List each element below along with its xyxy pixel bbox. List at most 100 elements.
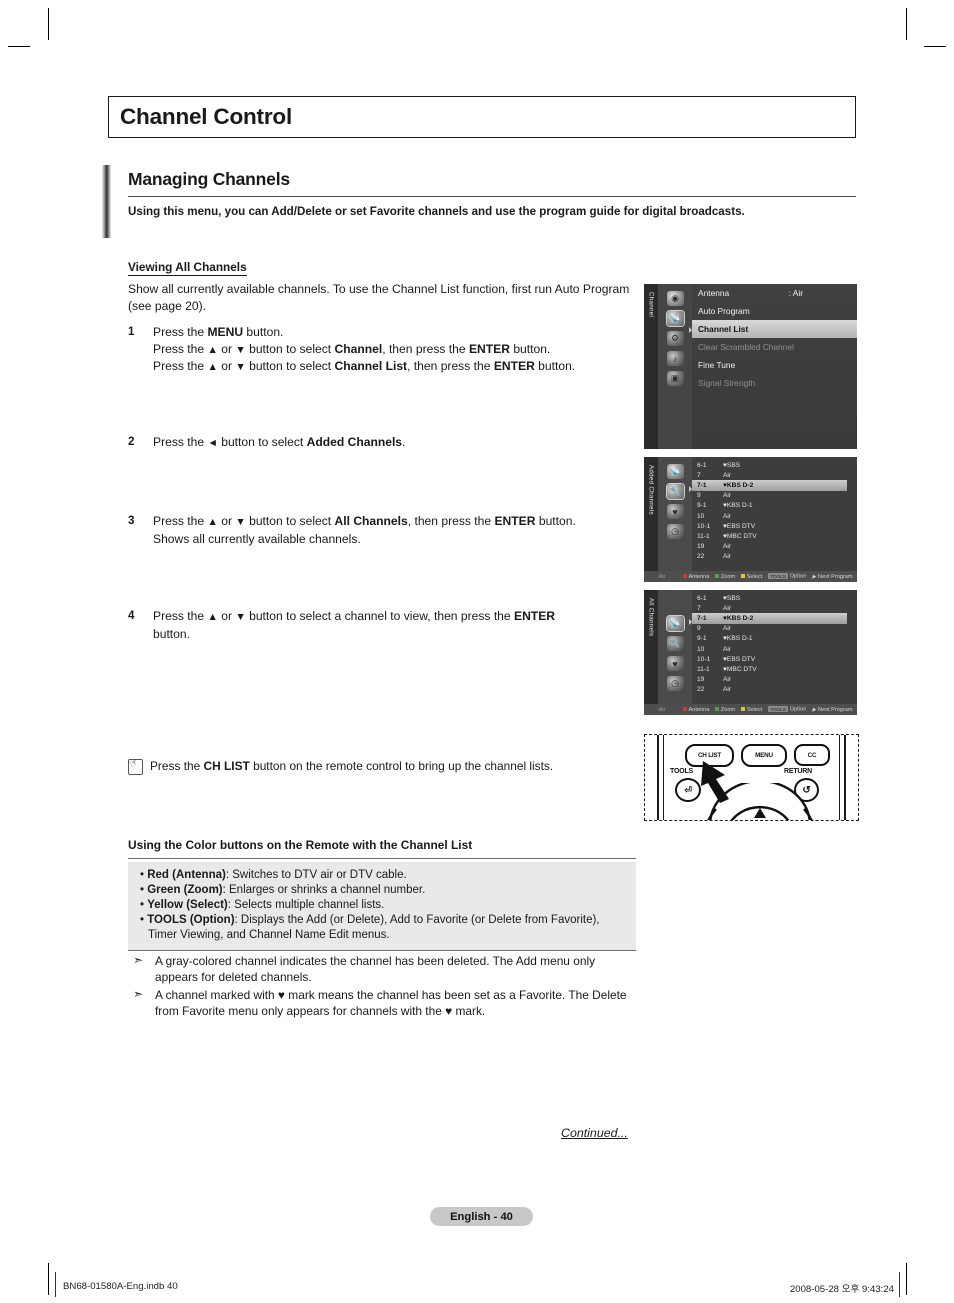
color-buttons-divider <box>128 858 636 859</box>
timer-icon[interactable]: ◷ <box>666 676 684 691</box>
osd-row-auto-program[interactable]: Auto Program <box>692 302 857 320</box>
channel-row[interactable]: 19 Air <box>692 542 857 552</box>
channel-number: 10-1 <box>697 655 711 663</box>
osd-icon-rail: 📡 🔧 ♥ ◷ <box>658 590 692 715</box>
osd-row-fine-tune[interactable]: Fine Tune <box>692 356 857 374</box>
timer-icon[interactable]: ◷ <box>666 524 684 539</box>
osd-tab-label-all: All Channels <box>644 590 658 715</box>
channel-number: 10 <box>697 645 705 653</box>
step-3: 3 Press the ▲ or ▼ button to select All … <box>128 513 640 547</box>
sound-icon[interactable]: ♪ <box>666 351 684 366</box>
antenna-icon[interactable]: 📡 <box>666 311 684 326</box>
channel-name: EBS DTV <box>726 655 756 663</box>
channel-row[interactable]: 7 Air <box>692 603 857 613</box>
selection-caret-icon <box>689 486 692 492</box>
color-button-text: : Selects multiple channel lists. <box>227 899 385 911</box>
tools-key-icon: TOOLS <box>768 706 788 713</box>
channel-name: Air <box>723 686 732 694</box>
favorite-icon[interactable]: ♥ <box>666 504 684 519</box>
status-antenna[interactable]: Antenna <box>683 574 709 580</box>
footer-timestamp: 2008-05-28 오후 9:43:24 <box>789 1284 894 1295</box>
status-air-label: Air <box>658 573 666 580</box>
channel-rows: 6-1 ♥ SBS 7 Air 7-1 ♥ KBS D-2 9 Air 9-1 ♥ KBS D-… <box>692 457 857 562</box>
channel-number: 19 <box>697 543 705 551</box>
osd-row-antenna[interactable]: Antenna : Air <box>692 284 857 302</box>
osd-added-channels: Added Channels 📡 🔧 ♥ ◷ 6-1 ♥ SBS 7 Air 7-1 ♥… <box>644 457 857 582</box>
crop-mark-bottom-left <box>48 1263 49 1295</box>
step-line: Press the ▲ or ▼ button to select Channe… <box>153 341 551 356</box>
note-item: A channel marked with ♥ mark means the c… <box>133 986 633 1020</box>
channel-row[interactable]: 10-1 ♥ EBS DTV <box>692 654 857 664</box>
status-antenna[interactable]: Antenna <box>683 707 709 713</box>
channel-row[interactable]: 10-1 ♥ EBS DTV <box>692 521 857 531</box>
status-zoom[interactable]: Zoom <box>715 707 735 713</box>
color-button-text: : Switches to DTV air or DTV cable. <box>225 869 407 881</box>
status-next-program[interactable]: ▶ Next Program <box>812 574 852 580</box>
channel-row[interactable]: 11-1 ♥ MBC DTV <box>692 664 857 674</box>
channel-row[interactable]: 9-1 ♥ KBS D-1 <box>692 501 857 511</box>
status-option[interactable]: TOOLS Option <box>768 706 806 713</box>
section-divider <box>128 196 856 197</box>
page-title: Channel Control <box>120 104 292 129</box>
footer-left-rule <box>55 1272 56 1297</box>
setup-icon[interactable]: ⚙ <box>666 331 684 346</box>
favorite-icon[interactable]: ♥ <box>666 656 684 671</box>
channel-row-selected[interactable]: 7-1 ♥ KBS D-2 <box>692 480 847 491</box>
channel-row[interactable]: 22 Air <box>692 552 857 562</box>
crop-mark-bottom-right <box>906 1263 907 1295</box>
status-next-program[interactable]: ▶ Next Program <box>812 707 852 713</box>
osd-row-label: Antenna <box>698 288 730 298</box>
channel-name: Air <box>723 492 732 500</box>
return-label: RETURN <box>784 768 812 775</box>
channel-row-selected[interactable]: 7-1 ♥ KBS D-2 <box>692 613 847 624</box>
play-arrow-icon: ▶ <box>812 573 817 580</box>
picture-icon[interactable]: ◉ <box>666 291 684 306</box>
channel-name: KBS D-2 <box>726 614 754 622</box>
channel-row[interactable]: 6-1 ♥ SBS <box>692 593 857 603</box>
channel-row[interactable]: 22 Air <box>692 685 857 695</box>
channel-row[interactable]: 9 Air <box>692 491 857 501</box>
step-text: Press the ◄ button to select Added Chann… <box>153 435 406 449</box>
status-select[interactable]: Select <box>741 707 762 713</box>
tools-icon[interactable]: 🔧 <box>666 484 684 499</box>
antenna-icon[interactable]: 📡 <box>666 616 684 631</box>
channel-number: 19 <box>697 676 705 684</box>
osd-icon-rail: 📡 🔧 ♥ ◷ <box>658 457 692 582</box>
channel-row[interactable]: 9-1 ♥ KBS D-1 <box>692 634 857 644</box>
channel-number: 7 <box>697 604 701 612</box>
cc-button[interactable]: CC <box>794 744 830 766</box>
osd-row-channel-list[interactable]: Channel List <box>692 320 857 338</box>
yellow-key-icon <box>741 707 745 711</box>
channel-number: 9-1 <box>697 635 707 643</box>
channel-name: Air <box>723 604 732 612</box>
channel-number: 22 <box>697 686 705 694</box>
osd-status-bar: Air Antenna Zoom Select TOOLS Option ▶ Nex… <box>644 571 857 582</box>
channel-row[interactable]: 9 Air <box>692 624 857 634</box>
step-number: 4 <box>128 609 135 622</box>
remote-right-edge <box>839 735 846 820</box>
channel-number: 6-1 <box>697 594 707 602</box>
channel-name: EBS DTV <box>726 522 756 530</box>
channel-row[interactable]: 10 Air <box>692 511 857 521</box>
osd-row-clear-scrambled-channel[interactable]: Clear Scrambled Channel <box>692 338 857 356</box>
play-arrow-icon: ▶ <box>812 706 817 713</box>
status-zoom[interactable]: Zoom <box>715 574 735 580</box>
osd-row-signal-strength[interactable]: Signal Strength <box>692 374 857 392</box>
color-button-item: TOOLS (Option): Displays the Add (or Del… <box>140 913 628 943</box>
channel-row[interactable]: 6-1 ♥ SBS <box>692 460 857 470</box>
channel-row[interactable]: 11-1 ♥ MBC DTV <box>692 531 857 541</box>
tools-icon[interactable]: 🔧 <box>666 636 684 651</box>
tools-button[interactable]: ⏎ <box>675 778 701 802</box>
channel-name: Air <box>723 645 732 653</box>
osd-icon-rail: ◉ 📡 ⚙ ♪ ▣ <box>658 284 692 449</box>
channel-row[interactable]: 10 Air <box>692 644 857 654</box>
osd-row-label: Channel List <box>698 324 749 334</box>
channel-row[interactable]: 19 Air <box>692 675 857 685</box>
input-icon[interactable]: ▣ <box>666 371 684 386</box>
step-line: Press the MENU button. <box>153 325 284 339</box>
status-select[interactable]: Select <box>741 574 762 580</box>
channel-row[interactable]: 7 Air <box>692 470 857 480</box>
yellow-key-icon <box>741 574 745 578</box>
antenna-icon[interactable]: 📡 <box>666 464 684 479</box>
status-option[interactable]: TOOLS Option <box>768 573 806 580</box>
